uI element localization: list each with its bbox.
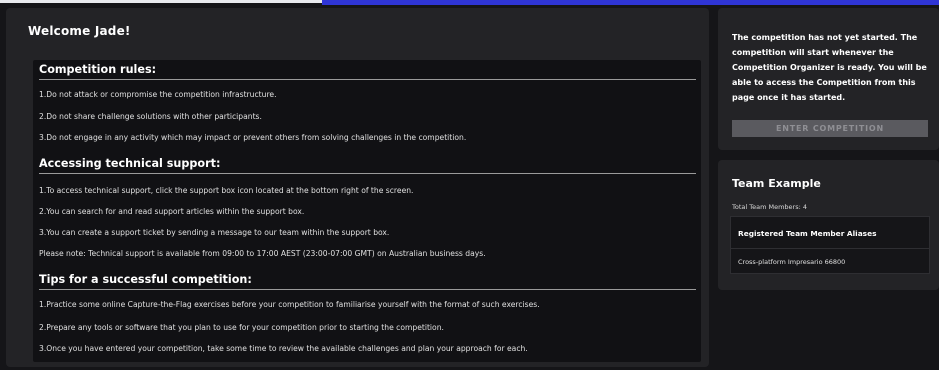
welcome-card: Welcome Jade! Competition rules: 1.Do no… (6, 8, 709, 367)
tip-item: 1.Practice some online Capture-the-Flag … (39, 300, 540, 309)
tip-item: 2.Prepare any tools or software that you… (39, 323, 444, 332)
team-title: Team Example (732, 177, 821, 190)
team-member-table: Registered Team Member Aliases Cross-pla… (730, 216, 930, 274)
support-item: 1.To access technical support, click the… (39, 186, 414, 195)
section-title-competition-rules: Competition rules: (39, 63, 157, 76)
competition-status-text: The competition has not yet started. The… (732, 33, 927, 102)
support-item: 2.You can search for and read support ar… (39, 207, 305, 216)
rule-item: 3.Do not engage in any activity which ma… (39, 133, 467, 142)
section-title-technical-support: Accessing technical support: (39, 157, 221, 170)
top-edge-light (0, 0, 322, 3)
team-member-count: Total Team Members: 4 (732, 203, 808, 211)
section-divider (39, 173, 696, 174)
member-table-header: Registered Team Member Aliases (738, 229, 877, 238)
support-item: 3.You can create a support ticket by sen… (39, 228, 390, 237)
enter-competition-button[interactable]: ENTER COMPETITION (732, 120, 928, 137)
tip-item: 3.Once you have entered your competition… (39, 344, 528, 353)
section-title-tips: Tips for a successful competition: (39, 273, 252, 286)
section-divider (39, 79, 696, 80)
rule-item: 1.Do not attack or compromise the compet… (39, 90, 277, 99)
welcome-heading: Welcome Jade! (28, 24, 131, 38)
rules-panel: Competition rules: 1.Do not attack or co… (33, 60, 701, 362)
rule-item: 2.Do not share challenge solutions with … (39, 112, 262, 121)
competition-status-card: The competition has not yet started. The… (718, 8, 939, 150)
member-table-divider (731, 248, 929, 249)
top-accent-bar (322, 0, 939, 5)
member-row: Cross-platform Impresario 66800 (738, 258, 846, 266)
team-card: Team Example Total Team Members: 4 Regis… (718, 160, 939, 290)
support-note: Please note: Technical support is availa… (39, 249, 486, 258)
section-divider (39, 289, 696, 290)
